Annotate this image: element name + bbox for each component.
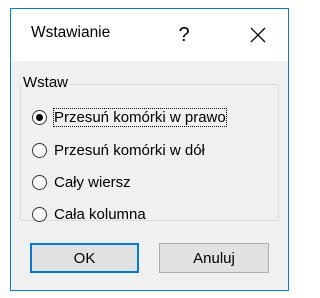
radio-button-checked[interactable] bbox=[32, 109, 47, 125]
dialog-body: Wstaw Przesuń komórki w prawo Przesuń ko… bbox=[11, 61, 288, 290]
radio-entire-column[interactable]: Cała kolumna bbox=[32, 203, 146, 225]
radio-button[interactable] bbox=[32, 174, 47, 190]
radio-label: Przesuń komórki w dół bbox=[54, 141, 205, 159]
help-button[interactable]: ? bbox=[161, 17, 207, 53]
group-label: Wstaw bbox=[22, 74, 70, 91]
title-bar[interactable]: Wstawianie ? bbox=[11, 9, 288, 61]
close-button[interactable] bbox=[235, 17, 281, 53]
cancel-button[interactable]: Anuluj bbox=[159, 243, 269, 273]
radio-label: Cała kolumna bbox=[54, 205, 146, 223]
insert-dialog: Wstawianie ? Wstaw Przesuń komórki w pra… bbox=[10, 8, 289, 291]
radio-shift-cells-right[interactable]: Przesuń komórki w prawo bbox=[32, 106, 227, 128]
radio-entire-row[interactable]: Cały wiersz bbox=[32, 171, 131, 193]
radio-label: Przesuń komórki w prawo bbox=[53, 107, 227, 127]
dialog-title: Wstawianie bbox=[31, 24, 111, 41]
radio-label: Cały wiersz bbox=[54, 173, 131, 191]
ok-button[interactable]: OK bbox=[30, 243, 139, 273]
radio-shift-cells-down[interactable]: Przesuń komórki w dół bbox=[32, 139, 205, 161]
radio-button[interactable] bbox=[32, 206, 47, 222]
close-x-icon bbox=[250, 27, 266, 43]
radio-button[interactable] bbox=[32, 142, 47, 158]
